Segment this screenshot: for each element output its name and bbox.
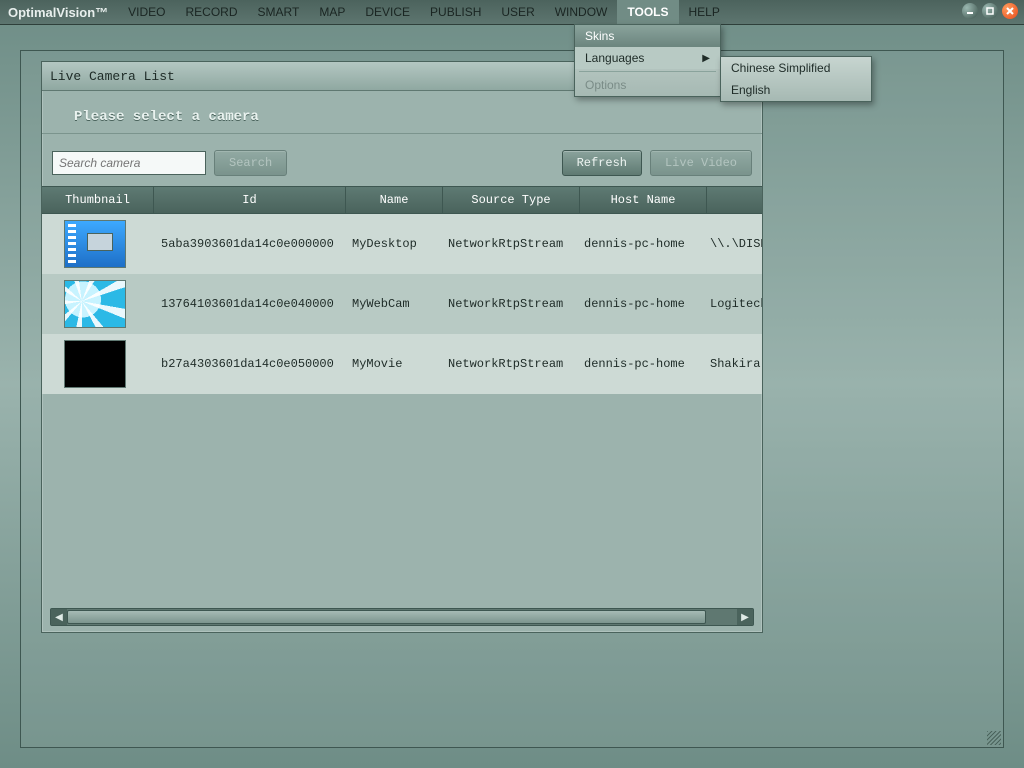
tools-skins-label: Skins: [585, 29, 614, 43]
scroll-thumb[interactable]: [67, 610, 706, 624]
menu-user[interactable]: USER: [491, 0, 544, 24]
col-source-type[interactable]: Source Type: [443, 187, 580, 213]
cell-host: dennis-pc-home: [576, 297, 702, 311]
cell-name: MyWebCam: [344, 297, 440, 311]
window-buttons: [962, 3, 1018, 19]
menu-window[interactable]: WINDOW: [545, 0, 618, 24]
menu-tools[interactable]: TOOLS: [617, 0, 678, 24]
search-button[interactable]: Search: [214, 150, 287, 176]
content-area: Live Camera List Please select a camera …: [20, 50, 1004, 748]
col-host-name[interactable]: Host Name: [580, 187, 707, 213]
lang-chinese-item[interactable]: Chinese Simplified: [721, 57, 871, 79]
tools-dropdown: Skins Languages ▶ Options: [574, 24, 721, 97]
menu-publish[interactable]: PUBLISH: [420, 0, 491, 24]
toolbar: Search Refresh Live Video: [42, 146, 762, 186]
cell-src: NetworkRtpStream: [440, 297, 576, 311]
menu-video[interactable]: VIDEO: [118, 0, 175, 24]
table-body: 5aba3903601da14c0e000000 MyDesktop Netwo…: [42, 214, 762, 394]
cell-id: 5aba3903601da14c0e000000: [153, 237, 344, 251]
lang-english-label: English: [731, 83, 770, 97]
col-name[interactable]: Name: [346, 187, 443, 213]
table-header: Thumbnail Id Name Source Type Host Name: [42, 186, 762, 214]
search-input[interactable]: [52, 151, 206, 175]
thumbnail-movie-icon: [64, 340, 126, 388]
cell-dev: \\.\DISPLAY1, 0: [702, 237, 762, 251]
tools-options-label: Options: [585, 78, 626, 92]
cell-src: NetworkRtpStream: [440, 237, 576, 251]
cell-dev: Logitech HD Webcam C27: [702, 297, 762, 311]
menubar: VIDEO RECORD SMART MAP DEVICE PUBLISH US…: [118, 0, 730, 24]
panel-subtitle: Please select a camera: [42, 91, 762, 134]
minimize-button[interactable]: [962, 3, 978, 19]
table-row[interactable]: b27a4303601da14c0e050000 MyMovie Network…: [42, 334, 762, 394]
scroll-right-icon[interactable]: ▶: [737, 609, 753, 625]
lang-chinese-label: Chinese Simplified: [731, 61, 830, 75]
menu-record[interactable]: RECORD: [176, 0, 248, 24]
cell-id: 13764103601da14c0e040000: [153, 297, 344, 311]
col-id[interactable]: Id: [154, 187, 346, 213]
cell-id: b27a4303601da14c0e050000: [153, 357, 344, 371]
menu-map[interactable]: MAP: [309, 0, 355, 24]
thumbnail-desktop-icon: [64, 220, 126, 268]
refresh-button[interactable]: Refresh: [562, 150, 642, 176]
live-video-button[interactable]: Live Video: [650, 150, 752, 176]
languages-dropdown: Chinese Simplified English: [720, 56, 872, 102]
submenu-arrow-icon: ▶: [702, 53, 710, 64]
camera-list-panel: Live Camera List Please select a camera …: [41, 61, 763, 633]
col-device[interactable]: [707, 187, 762, 213]
cell-host: dennis-pc-home: [576, 237, 702, 251]
col-thumbnail[interactable]: Thumbnail: [42, 187, 154, 213]
title-bar: OptimalVision™ VIDEO RECORD SMART MAP DE…: [0, 0, 1024, 25]
cell-dev: Shakira-Waka.Waka.avi,: [702, 357, 762, 371]
menu-device[interactable]: DEVICE: [355, 0, 420, 24]
menu-help[interactable]: HELP: [679, 0, 730, 24]
scroll-track[interactable]: [67, 609, 737, 625]
menu-smart[interactable]: SMART: [248, 0, 310, 24]
thumbnail-webcam-icon: [64, 280, 126, 328]
resize-grip-icon[interactable]: [987, 731, 1001, 745]
app-title: OptimalVision™: [8, 5, 108, 20]
maximize-button[interactable]: [982, 3, 998, 19]
cell-host: dennis-pc-home: [576, 357, 702, 371]
table-row[interactable]: 5aba3903601da14c0e000000 MyDesktop Netwo…: [42, 214, 762, 274]
horizontal-scrollbar[interactable]: ◀ ▶: [50, 608, 754, 626]
cell-name: MyMovie: [344, 357, 440, 371]
tools-skins-item[interactable]: Skins: [575, 25, 720, 47]
lang-english-item[interactable]: English: [721, 79, 871, 101]
table-row[interactable]: 13764103601da14c0e040000 MyWebCam Networ…: [42, 274, 762, 334]
cell-src: NetworkRtpStream: [440, 357, 576, 371]
tools-languages-label: Languages: [585, 51, 644, 65]
tools-options-item[interactable]: Options: [575, 74, 720, 96]
cell-name: MyDesktop: [344, 237, 440, 251]
close-button[interactable]: [1002, 3, 1018, 19]
tools-languages-item[interactable]: Languages ▶: [575, 47, 720, 69]
scroll-left-icon[interactable]: ◀: [51, 609, 67, 625]
